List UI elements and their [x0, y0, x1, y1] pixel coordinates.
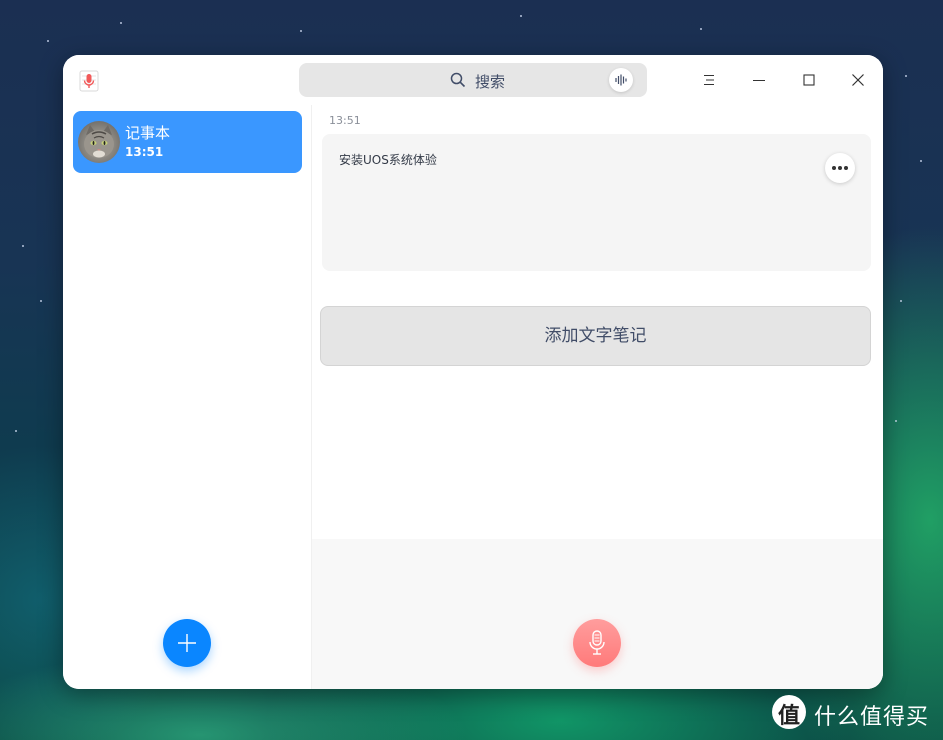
star [15, 430, 17, 432]
title-bar: 搜索 [63, 55, 883, 105]
search-placeholder: 搜索 [475, 73, 506, 91]
note-timestamp: 13:51 [329, 114, 361, 127]
star [22, 245, 24, 247]
more-dots-icon [844, 166, 848, 170]
notebook-item[interactable]: 记事本 13:51 [73, 111, 302, 173]
more-dots-icon [838, 166, 842, 170]
maximize-icon [803, 74, 815, 86]
close-icon [852, 74, 864, 86]
minimize-button[interactable] [747, 68, 771, 92]
more-dots-icon [832, 166, 836, 170]
close-button[interactable] [846, 68, 870, 92]
notebook-name: 记事本 [125, 124, 171, 142]
menu-button[interactable] [697, 68, 721, 92]
record-panel [312, 539, 883, 689]
notebook-time: 13:51 [125, 145, 164, 159]
audio-wave-icon [615, 74, 627, 86]
notes-panel: 13:51 安装UOS系统体验 添加文字笔记 [312, 105, 883, 689]
star [900, 300, 902, 302]
maximize-button[interactable] [797, 68, 821, 92]
more-options-button[interactable] [825, 153, 855, 183]
record-button[interactable] [573, 619, 621, 667]
search-icon [450, 72, 466, 88]
star [300, 30, 302, 32]
star [905, 75, 907, 77]
microphone-icon [589, 630, 605, 655]
add-text-note-button[interactable]: 添加文字笔记 [320, 306, 871, 366]
watermark-text: 什么值得买 [814, 705, 930, 730]
minimize-icon [753, 79, 765, 82]
star [40, 300, 42, 302]
voice-search-button[interactable] [609, 68, 633, 92]
note-text: 安装UOS系统体验 [339, 153, 437, 167]
voice-notes-window: 搜索 记事本 13:51 13:51 安装UOS系统体验 添加文字笔记 [63, 55, 883, 689]
search-box[interactable]: 搜索 [299, 63, 647, 97]
star [47, 40, 49, 42]
star [920, 160, 922, 162]
star [700, 28, 702, 30]
note-card[interactable]: 安装UOS系统体验 [322, 134, 871, 271]
cat-avatar-icon [84, 125, 114, 158]
notebook-avatar [78, 121, 120, 163]
star [120, 22, 122, 24]
notebook-sidebar: 记事本 13:51 [63, 105, 312, 689]
watermark-logo-char: 值 [777, 704, 800, 729]
voice-notes-icon [77, 69, 101, 93]
star [520, 15, 522, 17]
hamburger-menu-icon [704, 74, 714, 86]
watermark: 值 什么值得买 [772, 695, 932, 731]
add-notebook-button[interactable] [163, 619, 211, 667]
star [895, 420, 897, 422]
plus-icon [178, 634, 196, 652]
watermark-logo: 值 [772, 695, 806, 729]
